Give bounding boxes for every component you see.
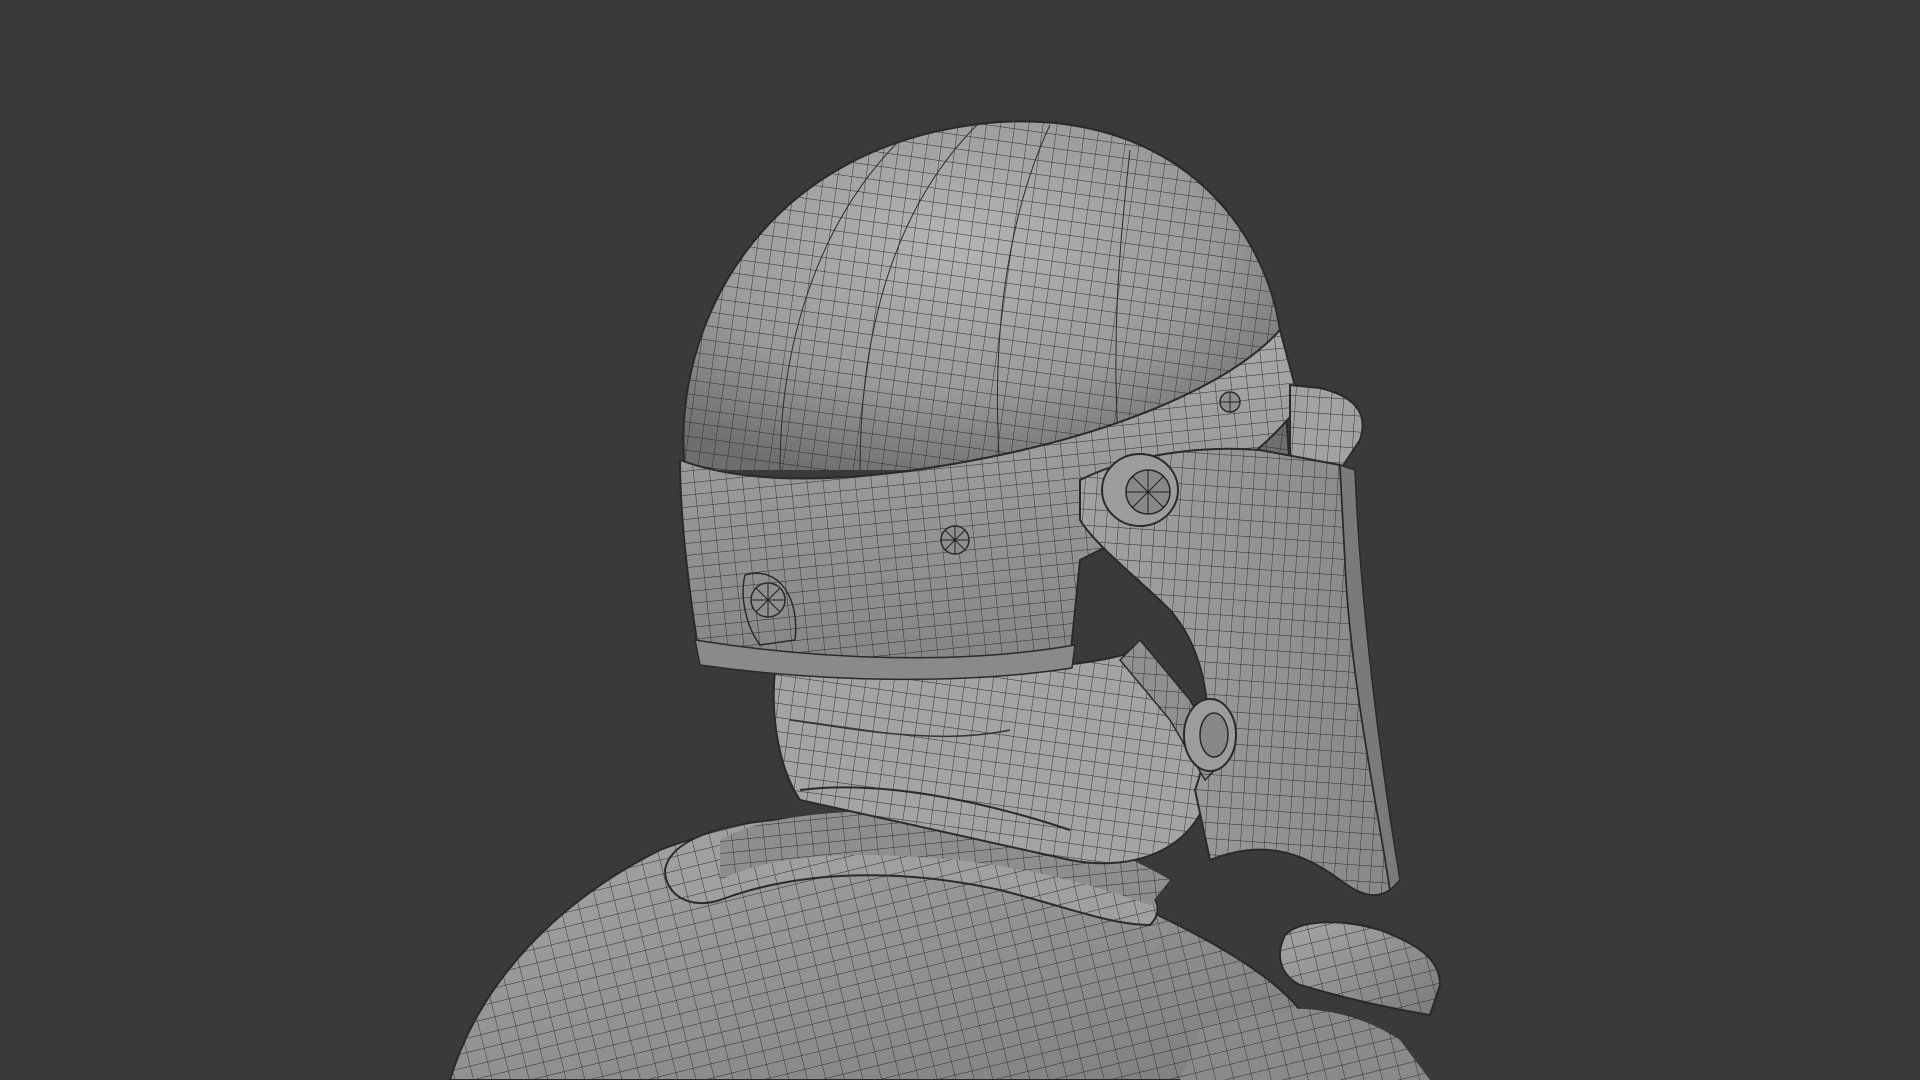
rivet-middle [940, 525, 970, 555]
mesh-render [448, 120, 1442, 1080]
pivot-knob-main [1101, 453, 1179, 527]
3d-viewport[interactable] [0, 0, 1920, 1080]
pivot-knob-lower [1183, 698, 1237, 772]
rivet-front [1219, 391, 1241, 413]
